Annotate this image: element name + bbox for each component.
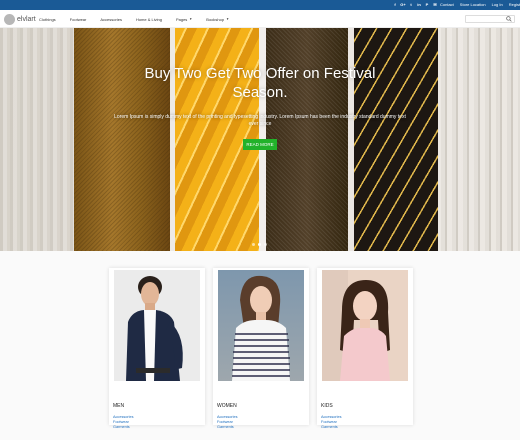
contact-link[interactable]: Contact [440,0,454,10]
category-title: MEN [113,403,125,409]
category-card-men[interactable]: MEN Accessories Footwear Garments [109,268,205,429]
read-more-button[interactable]: READ MORE [243,139,277,150]
register-link[interactable]: Register [509,0,520,10]
nav-label: Home & Living [135,16,162,22]
chevron-down-icon: ▼ [189,17,193,21]
category-link-garments[interactable]: Garments [113,425,130,429]
nav-label: Accessories [100,16,122,22]
category-card-women[interactable]: WOMEN Accessories Footwear Garments [213,268,309,429]
category-title: KIDS [321,403,333,409]
nav-label: Clothings [39,16,56,22]
nav-label: Footwear [69,16,87,22]
nav-item-footwear[interactable]: Footwear [70,17,87,22]
mail-icon[interactable]: ✉ [431,0,439,10]
hero-background [0,28,80,251]
facebook-icon[interactable]: f [391,0,399,10]
category-link-accessories[interactable]: Accessories [321,415,341,419]
top-bar: f G+ t in P ✉ Contact Store Location Log… [0,0,520,10]
site-header: elvlart Clothings Footwear Accessories H… [0,10,520,28]
search-icon[interactable] [506,16,512,22]
social-links: f G+ t in P ✉ [391,0,439,10]
category-title: WOMEN [217,403,237,409]
nav-item-pages[interactable]: Pages ▼ [176,17,192,22]
slider-dots [252,243,267,246]
slider-dot[interactable] [264,243,267,246]
category-link-footwear[interactable]: Footwear [113,420,129,424]
nav-item-bookshop[interactable]: Bookshop ▼ [206,17,229,22]
hero-title: Buy Two Get Two Offer on Festival Season… [144,65,376,101]
hero-background [430,28,520,251]
google-plus-icon[interactable]: G+ [399,0,407,10]
category-photo-kids[interactable] [322,270,408,381]
slider-dot[interactable] [252,243,255,246]
linkedin-icon[interactable]: in [415,0,423,10]
category-link-garments[interactable]: Garments [217,425,234,429]
main-nav: Clothings Footwear Accessories Home & Li… [39,10,243,28]
login-link[interactable]: Log In [492,0,503,10]
site-logo[interactable]: elvlart [4,13,36,25]
search-input[interactable] [465,15,515,23]
twitter-icon[interactable]: t [407,0,415,10]
nav-item-clothings[interactable]: Clothings [39,17,56,22]
nav-label: Pages [175,16,188,22]
category-photo-men[interactable] [114,270,200,381]
store-location-link[interactable]: Store Location [460,0,486,10]
category-photo-women[interactable] [218,270,304,381]
category-card-kids[interactable]: KIDS Accessories Footwear Garments [317,268,413,429]
pinterest-icon[interactable]: P [423,0,431,10]
category-link-accessories[interactable]: Accessories [217,415,237,419]
nav-item-home-living[interactable]: Home & Living [136,17,162,22]
logo-mark-icon [4,13,15,25]
category-link-garments[interactable]: Garments [321,425,338,429]
logo-text: elvlart [17,15,36,23]
chevron-down-icon: ▼ [226,17,230,21]
top-links: Contact Store Location Log In Register [440,0,520,10]
hero-image-tie [74,28,170,251]
nav-item-accessories[interactable]: Accessories [100,17,122,22]
hero-image-tie [266,28,348,251]
nav-label: Bookshop [206,16,225,22]
hero-image-tie [354,28,438,251]
category-link-accessories[interactable]: Accessories [113,415,133,419]
category-link-footwear[interactable]: Footwear [217,420,233,424]
slider-dot-active[interactable] [258,243,261,246]
category-link-footwear[interactable]: Footwear [321,420,337,424]
hero-subtitle: Lorem Ipsum is simply dummy text of the … [114,114,406,127]
category-section: MEN Accessories Footwear Garments WOMEN … [0,251,520,440]
hero-banner: Buy Two Get Two Offer on Festival Season… [0,28,520,251]
